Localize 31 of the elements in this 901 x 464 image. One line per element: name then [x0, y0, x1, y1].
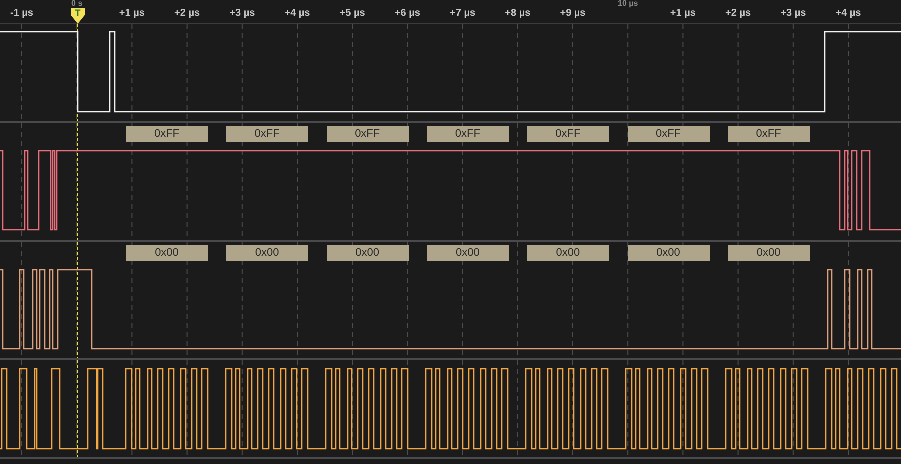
decoded-byte: 0x00: [728, 245, 810, 261]
decoded-byte: 0xFF: [326, 126, 409, 142]
time-label: +1 µs: [670, 8, 696, 20]
time-label: +2 µs: [174, 8, 200, 20]
time-label: -1 µs: [10, 8, 34, 20]
time-label: +7 µs: [450, 8, 476, 20]
time-label: +4 µs: [836, 8, 862, 20]
time-label: +6 µs: [394, 8, 420, 20]
time-label: 0 s: [72, 0, 83, 8]
decoded-byte: 0xFF: [426, 126, 509, 142]
decoded-byte: 0x00: [628, 245, 710, 261]
decoded-byte: 0xFF: [126, 126, 208, 142]
time-label: +9 µs: [560, 8, 586, 20]
time-label: +3 µs: [780, 8, 806, 20]
time-label: +1 µs: [119, 8, 145, 20]
decoded-byte: 0x00: [326, 245, 409, 261]
time-label: +2 µs: [726, 8, 752, 20]
decoded-byte: 0x00: [226, 245, 308, 261]
decoded-byte: 0x00: [126, 245, 208, 261]
decoded-byte: 0x00: [426, 245, 509, 261]
time-label: +4 µs: [284, 8, 310, 20]
time-label: +5 µs: [340, 8, 366, 20]
time-label: +8 µs: [505, 8, 531, 20]
decoded-byte: 0xFF: [628, 126, 710, 142]
decoded-byte: 0xFF: [728, 126, 810, 142]
time-label: 10 µs: [618, 0, 638, 8]
decoded-byte: 0xFF: [226, 126, 308, 142]
decoded-byte: 0xFF: [527, 126, 610, 142]
trigger-marker[interactable]: T: [71, 8, 85, 24]
time-label: +3 µs: [230, 8, 256, 20]
decoded-byte: 0x00: [527, 245, 610, 261]
